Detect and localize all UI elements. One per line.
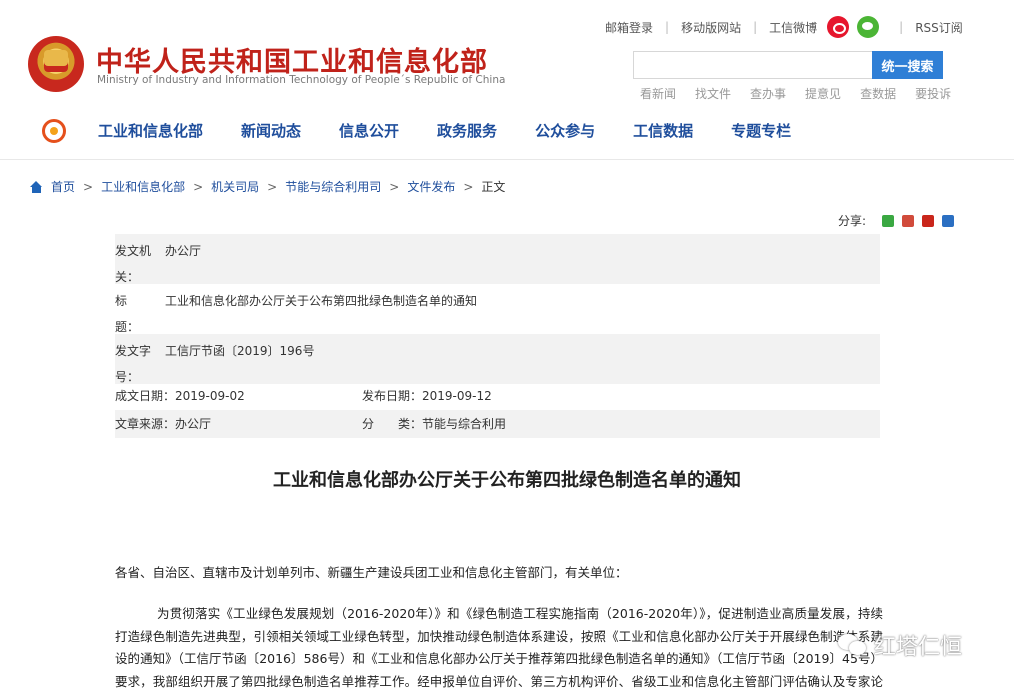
nav-item-news[interactable]: 新闻动态 [241,120,301,141]
wechat-icon[interactable] [857,16,880,38]
meta-row-docno: 发文字号： 工信厅节函〔2019〕196号 [115,334,880,384]
meta-label-issuer: 发文机关： [115,244,152,284]
divider: | [899,20,904,34]
share-bar: 分享: [838,212,962,229]
breadcrumb-energy-dept[interactable]: 节能与综合利用司 [285,178,381,195]
quick-link-services[interactable]: 查办事 [750,85,786,102]
watermark-text: 红塔仁恒 [874,635,963,660]
nav-item-participation[interactable]: 公众参与 [535,120,595,141]
article-title: 工业和信息化部办公厅关于公布第四批绿色制造名单的通知 [273,470,741,491]
quick-link-feedback[interactable]: 提意见 [805,85,841,102]
meta-category: 分 类：节能与综合利用 [362,417,507,431]
breadcrumb-current: 正文 [481,180,506,194]
nav-item-data[interactable]: 工信数据 [633,120,693,141]
rss-link[interactable]: RSS订阅 [915,19,963,36]
breadcrumb-separator: > [83,179,94,194]
nav-logo-icon[interactable] [42,119,66,143]
meta-label-title: 标 题： [115,294,152,334]
quick-link-news[interactable]: 看新闻 [640,85,676,102]
meta-value-title: 工业和信息化部办公厅关于公布第四批绿色制造名单的通知 [165,294,478,308]
meta-source: 文章来源：办公厅 [115,417,212,431]
quick-link-complaint[interactable]: 要投诉 [915,85,951,102]
watermark: 红塔仁恒 [838,629,962,661]
search-button[interactable]: 统一搜索 [872,51,943,79]
breadcrumb-separator: > [463,179,474,194]
meta-row-title: 标 题： 工业和信息化部办公厅关于公布第四批绿色制造名单的通知 [115,284,880,334]
top-links: 邮箱登录 | 移动版网站 | 工信微博 | RSS订阅 [605,16,963,38]
share-qq-icon[interactable] [942,214,955,227]
nav-item-disclosure[interactable]: 信息公开 [339,120,399,141]
nav-item-topics[interactable]: 专题专栏 [731,120,791,141]
breadcrumb-home[interactable]: 首页 [51,178,75,195]
home-icon[interactable] [30,180,43,193]
article-paragraph: 为贯彻落实《工业绿色发展规划（2016-2020年）》和《绿色制造工程实施指南（… [115,606,883,689]
breadcrumb-departments[interactable]: 机关司局 [211,178,259,195]
meta-row-source: 文章来源：办公厅 分 类：节能与综合利用 [115,410,880,438]
share-weibo-icon[interactable] [902,214,915,227]
breadcrumb-separator: > [267,179,278,194]
nav-item-services[interactable]: 政务服务 [437,120,497,141]
breadcrumb: 首页 > 工业和信息化部 > 机关司局 > 节能与综合利用司 > 文件发布 > … [30,178,505,195]
mobile-site-link[interactable]: 移动版网站 [681,19,741,36]
quick-link-documents[interactable]: 找文件 [695,85,731,102]
meta-written-date: 成文日期：2019-09-02 [115,389,245,403]
main-nav: 工业和信息化部 新闻动态 信息公开 政务服务 公众参与 工信数据 专题专栏 [98,120,791,141]
breadcrumb-documents[interactable]: 文件发布 [407,178,455,195]
site-subtitle: Ministry of Industry and Information Tec… [97,74,506,86]
quick-links: 看新闻 找文件 查办事 提意见 查数据 要投诉 [640,85,970,102]
weibo-link[interactable]: 工信微博 [769,19,817,36]
search-input[interactable] [633,51,873,79]
weibo-icon[interactable] [827,16,850,38]
nav-item-ministry[interactable]: 工业和信息化部 [98,120,203,141]
meta-row-dates: 成文日期：2019-09-02 发布日期：2019-09-12 [115,384,880,409]
divider: | [665,20,670,34]
meta-value-docno: 工信厅节函〔2019〕196号 [165,344,315,358]
share-renren-icon[interactable] [922,214,935,227]
divider: | [753,20,758,34]
national-emblem-logo[interactable] [28,36,84,92]
share-wechat-icon[interactable] [882,214,895,227]
mail-login-link[interactable]: 邮箱登录 [605,19,653,36]
article-salutation: 各省、自治区、直辖市及计划单列市、新疆生产建设兵团工业和信息化主管部门，有关单位… [115,565,628,580]
meta-value-issuer: 办公厅 [165,244,202,258]
wechat-watermark-icon [838,632,868,658]
breadcrumb-separator: > [193,179,204,194]
document-meta-table: 发文机关： 办公厅 标 题： 工业和信息化部办公厅关于公布第四批绿色制造名单的通… [115,234,880,438]
quick-link-data[interactable]: 查数据 [860,85,896,102]
breadcrumb-separator: > [389,179,400,194]
site-header: 中华人民共和国工业和信息化部 Ministry of Industry and … [0,0,1014,160]
meta-published-date: 发布日期：2019-09-12 [362,389,492,403]
meta-row-issuer: 发文机关： 办公厅 [115,234,880,284]
breadcrumb-ministry[interactable]: 工业和信息化部 [101,178,185,195]
share-label: 分享: [838,214,867,228]
